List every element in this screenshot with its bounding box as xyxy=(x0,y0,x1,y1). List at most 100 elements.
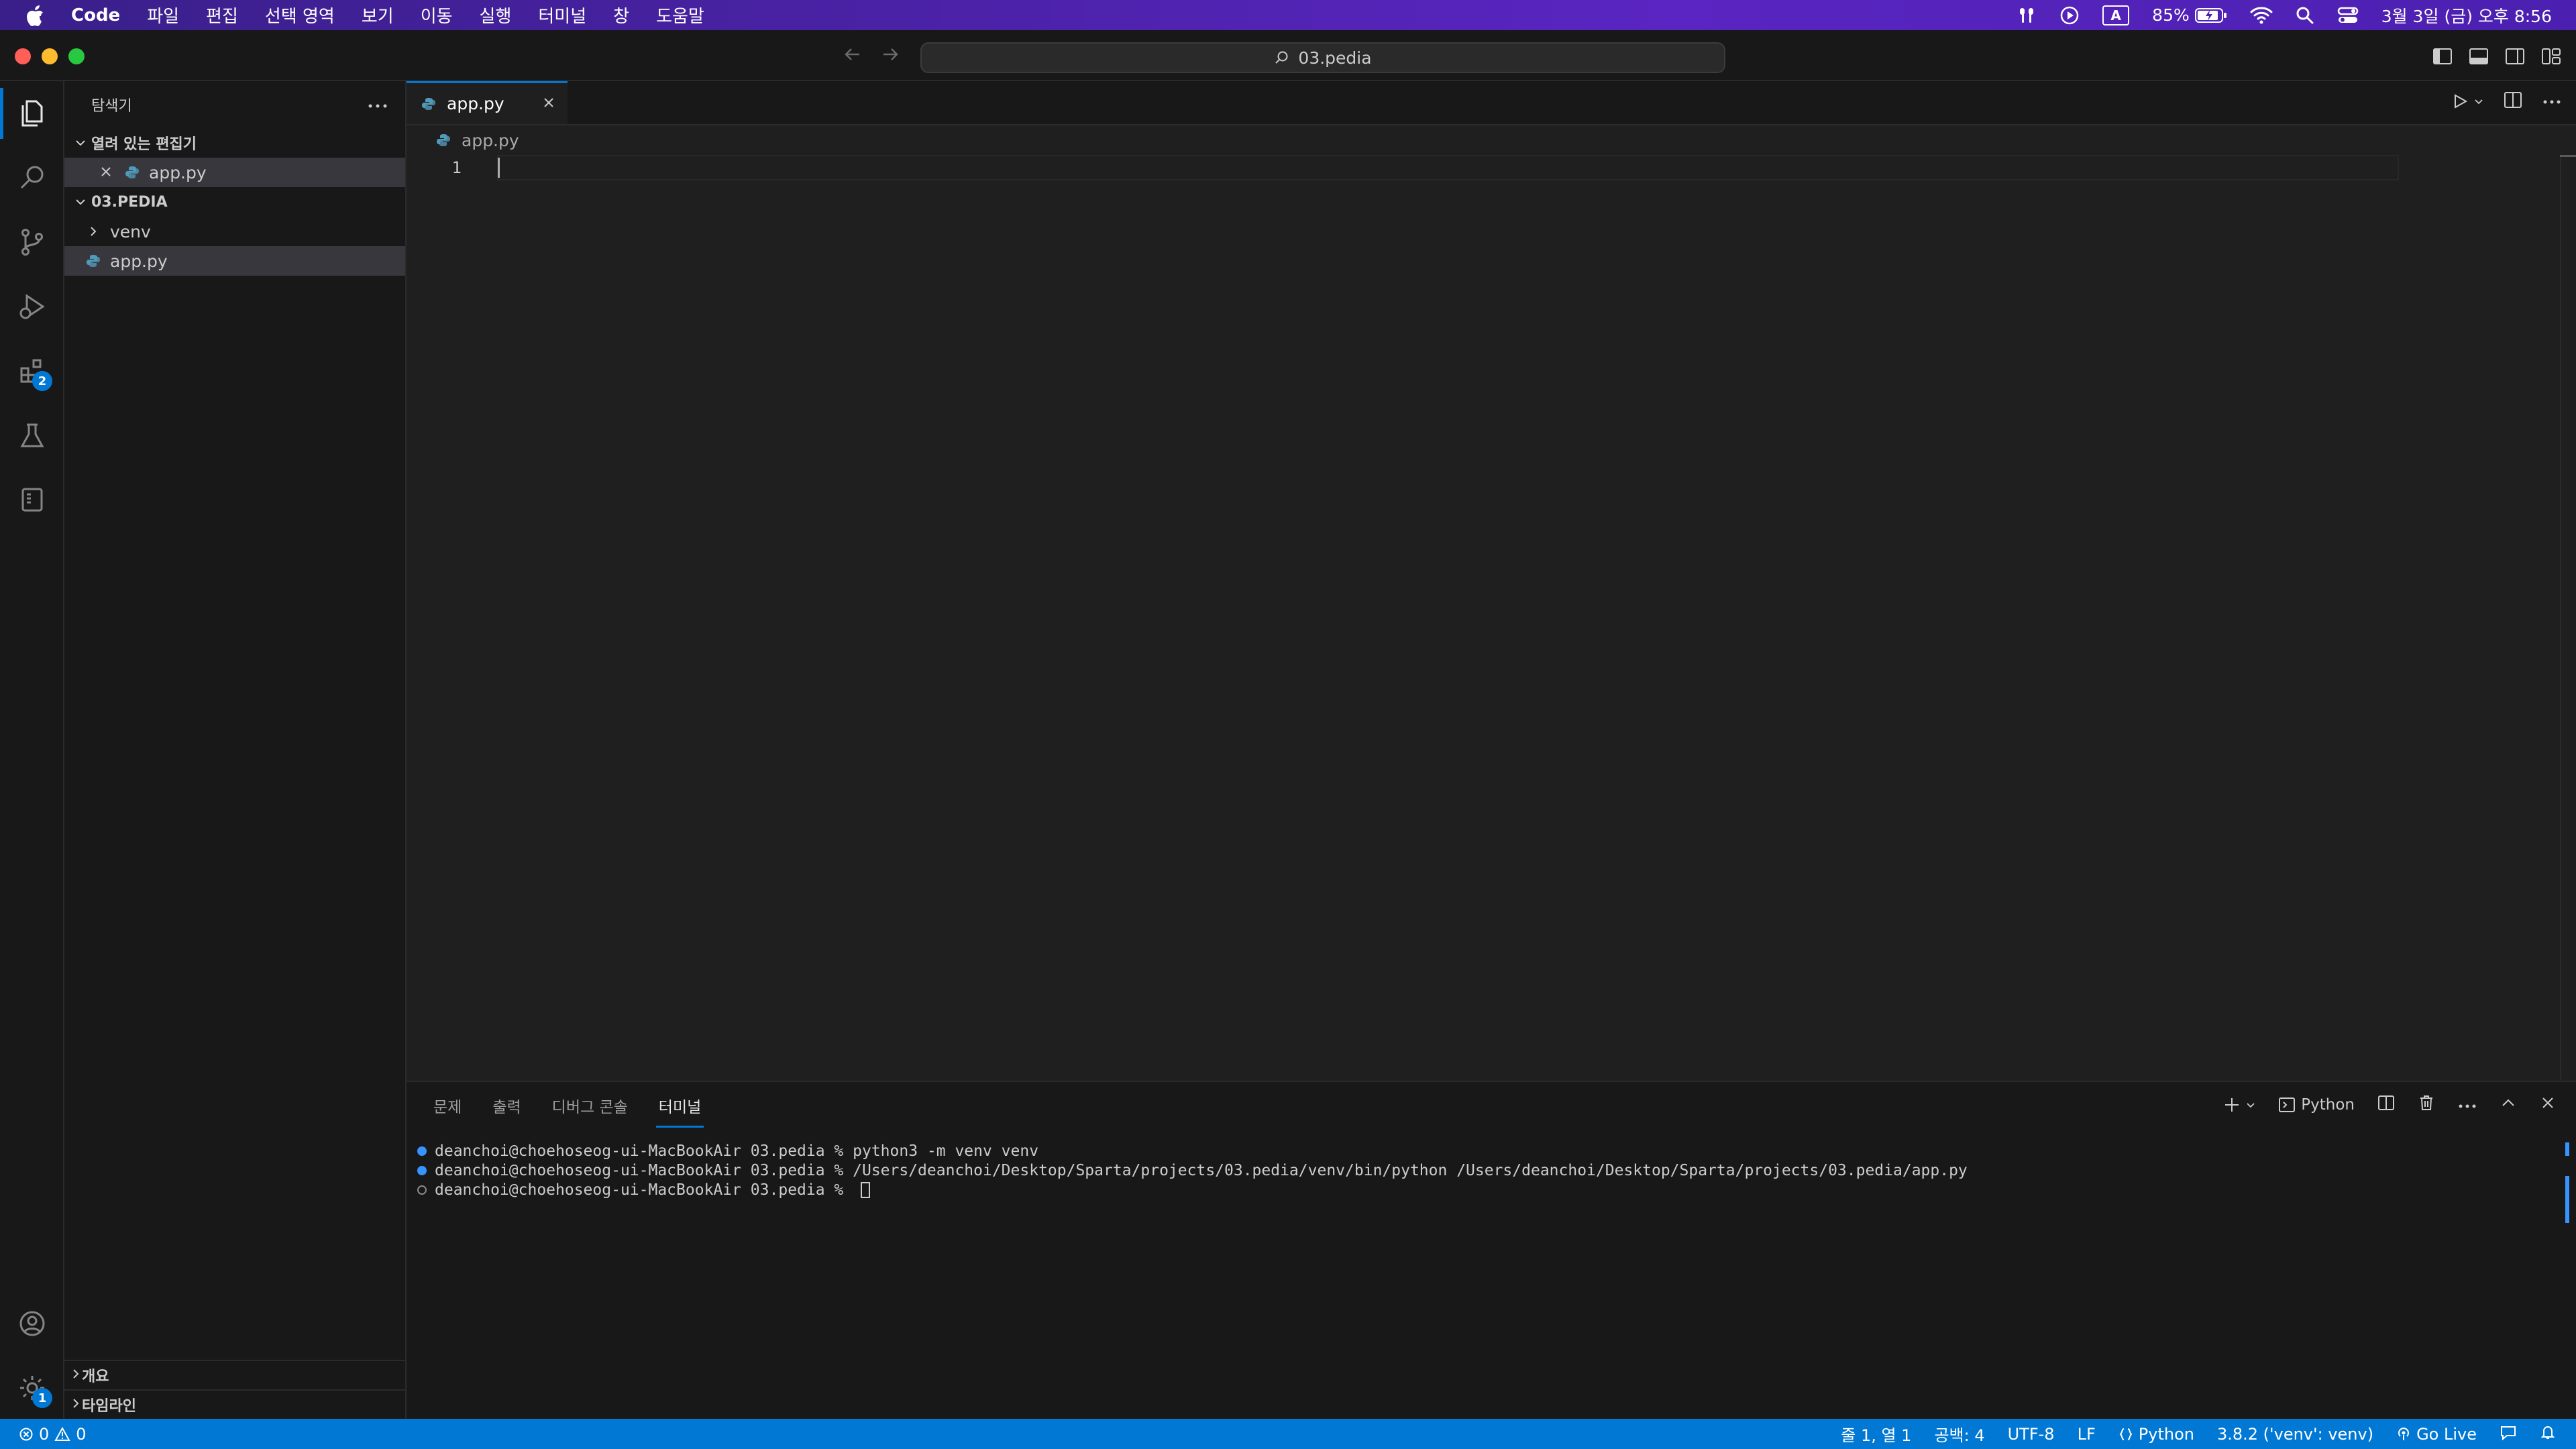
terminal-line-text: deanchoi@choehoseog-ui-MacBookAir 03.ped… xyxy=(435,1161,1968,1179)
menu-app-name[interactable]: Code xyxy=(71,5,120,25)
outline-label: 개요 xyxy=(82,1368,109,1385)
spotlight-search-icon[interactable] xyxy=(2296,6,2314,25)
open-editor-filename: app.py xyxy=(149,162,207,182)
split-editor-icon[interactable] xyxy=(2504,91,2522,112)
explorer-icon[interactable] xyxy=(0,81,64,146)
python-interpreter[interactable]: 3.8.2 ('venv': venv) xyxy=(2217,1425,2373,1444)
tree-item-venv[interactable]: venv xyxy=(64,217,405,246)
manage-gear-icon[interactable]: 1 xyxy=(0,1356,64,1420)
menu-terminal[interactable]: 터미널 xyxy=(538,3,586,28)
outline-section[interactable]: 개요 xyxy=(64,1360,405,1389)
terminal-line: deanchoi@choehoseog-ui-MacBookAir 03.ped… xyxy=(417,1161,2576,1180)
source-control-icon[interactable] xyxy=(0,210,64,274)
play-circle-icon[interactable] xyxy=(2059,5,2080,25)
terminal-line: deanchoi@choehoseog-ui-MacBookAir 03.ped… xyxy=(417,1141,2576,1161)
more-actions-icon[interactable] xyxy=(2542,95,2561,108)
testing-flask-icon[interactable] xyxy=(0,403,64,468)
tree-item-app-py[interactable]: app.py xyxy=(64,246,405,276)
menu-file[interactable]: 파일 xyxy=(147,3,179,28)
terminal-output[interactable]: deanchoi@choehoseog-ui-MacBookAir 03.ped… xyxy=(407,1141,2576,1199)
remote-explorer-icon[interactable] xyxy=(0,468,64,532)
wifi-icon[interactable] xyxy=(2250,6,2273,25)
toggle-secondary-sidebar-icon[interactable] xyxy=(2504,45,2526,68)
extensions-icon[interactable]: 2 xyxy=(0,339,64,403)
menubar-clock[interactable]: 3월 3일 (금) 오후 8:56 xyxy=(2381,3,2552,28)
tab-problems[interactable]: 문제 xyxy=(433,1094,462,1117)
encoding[interactable]: UTF-8 xyxy=(2008,1425,2055,1444)
editor-cursor-ruler-mark xyxy=(2560,155,2576,157)
language-mode[interactable]: Python xyxy=(2118,1425,2194,1444)
command-pending-dot-icon[interactable] xyxy=(417,1185,427,1195)
menu-selection[interactable]: 선택 영역 xyxy=(265,3,335,28)
code-line[interactable]: 1 xyxy=(407,155,2576,180)
toggle-primary-sidebar-icon[interactable] xyxy=(2431,45,2454,68)
window-maximize-button[interactable] xyxy=(68,48,85,64)
close-icon[interactable] xyxy=(99,163,113,182)
plus-icon xyxy=(2225,1098,2239,1112)
indentation[interactable]: 공백: 4 xyxy=(1934,1422,1984,1446)
terminal-line-text: deanchoi@choehoseog-ui-MacBookAir 03.ped… xyxy=(435,1142,1039,1160)
trash-icon[interactable] xyxy=(2418,1094,2435,1116)
editor-tab-app-py[interactable]: app.py xyxy=(407,81,568,124)
timeline-section[interactable]: 타임라인 xyxy=(64,1389,405,1419)
menu-help[interactable]: 도움말 xyxy=(656,3,704,28)
open-editor-item[interactable]: app.py xyxy=(64,158,405,187)
command-center-search[interactable]: 03.pedia xyxy=(920,42,1725,73)
go-live-button[interactable]: Go Live xyxy=(2396,1425,2477,1444)
more-actions-icon[interactable] xyxy=(2458,1096,2477,1114)
accounts-icon[interactable] xyxy=(0,1291,64,1356)
editor-scrollbar[interactable] xyxy=(2560,155,2576,1079)
command-success-dot-icon[interactable] xyxy=(417,1146,427,1156)
toggle-panel-icon[interactable] xyxy=(2467,45,2490,68)
python-file-icon xyxy=(85,252,102,270)
chevron-down-icon xyxy=(70,196,91,208)
folder-section-03pedia[interactable]: 03.PEDIA xyxy=(64,187,405,217)
run-python-file-button[interactable] xyxy=(2451,93,2483,110)
window-close-button[interactable] xyxy=(15,48,31,64)
tab-label: app.py xyxy=(447,94,504,113)
customize-layout-icon[interactable] xyxy=(2540,45,2563,68)
end-of-line[interactable]: LF xyxy=(2078,1425,2096,1444)
menu-run[interactable]: 실행 xyxy=(480,3,512,28)
forward-arrow-icon[interactable] xyxy=(879,44,901,68)
menu-go[interactable]: 이동 xyxy=(421,3,453,28)
menu-window[interactable]: 창 xyxy=(613,3,629,28)
menu-edit[interactable]: 편집 xyxy=(206,3,238,28)
open-editors-section[interactable]: 열려 있는 편집기 xyxy=(64,128,405,158)
close-icon[interactable] xyxy=(542,94,555,113)
apple-logo-icon[interactable] xyxy=(25,5,46,26)
breadcrumb[interactable]: app.py xyxy=(407,125,2576,155)
input-source-indicator[interactable]: A xyxy=(2102,5,2130,25)
feedback-icon[interactable] xyxy=(2500,1424,2517,1444)
battery-status[interactable]: 85% xyxy=(2152,5,2227,25)
window-minimize-button[interactable] xyxy=(42,48,58,64)
run-and-debug-icon[interactable] xyxy=(0,274,64,339)
cursor-position[interactable]: 줄 1, 열 1 xyxy=(1841,1422,1911,1446)
folder-label: 03.PEDIA xyxy=(91,193,168,211)
chevron-right-icon xyxy=(87,222,99,241)
braces-icon xyxy=(2119,1428,2133,1440)
problems-status[interactable]: 0 0 xyxy=(19,1425,87,1444)
menu-view[interactable]: 보기 xyxy=(362,3,394,28)
maximize-panel-chevron-up-icon[interactable] xyxy=(2500,1094,2517,1116)
tab-output[interactable]: 출력 xyxy=(492,1094,521,1117)
split-terminal-icon[interactable] xyxy=(2377,1094,2395,1116)
language-label: Python xyxy=(2138,1424,2194,1444)
control-center-icon[interactable] xyxy=(2337,6,2359,25)
breadcrumb-file[interactable]: app.py xyxy=(462,131,519,150)
tab-debug-console[interactable]: 디버그 콘솔 xyxy=(552,1094,628,1117)
settings-badge: 1 xyxy=(32,1388,52,1408)
terminal-scrollbar[interactable] xyxy=(2565,1142,2569,1223)
terminal-shell-selector[interactable]: Python xyxy=(2278,1096,2355,1114)
close-panel-icon[interactable] xyxy=(2540,1095,2556,1115)
tab-terminal[interactable]: 터미널 xyxy=(655,1094,704,1128)
more-actions-icon[interactable] xyxy=(368,97,388,113)
command-success-dot-icon[interactable] xyxy=(417,1165,427,1175)
notifications-bell-icon[interactable] xyxy=(2540,1424,2556,1444)
status-bar: 0 0 줄 1, 열 1 공백: 4 UTF-8 LF Python 3.8.2… xyxy=(0,1419,2576,1449)
new-terminal-button[interactable] xyxy=(2223,1096,2255,1114)
airpods-icon[interactable] xyxy=(2017,5,2037,25)
search-icon[interactable] xyxy=(0,146,64,210)
back-arrow-icon[interactable] xyxy=(842,44,863,68)
command-center-label: 03.pedia xyxy=(1298,48,1372,68)
